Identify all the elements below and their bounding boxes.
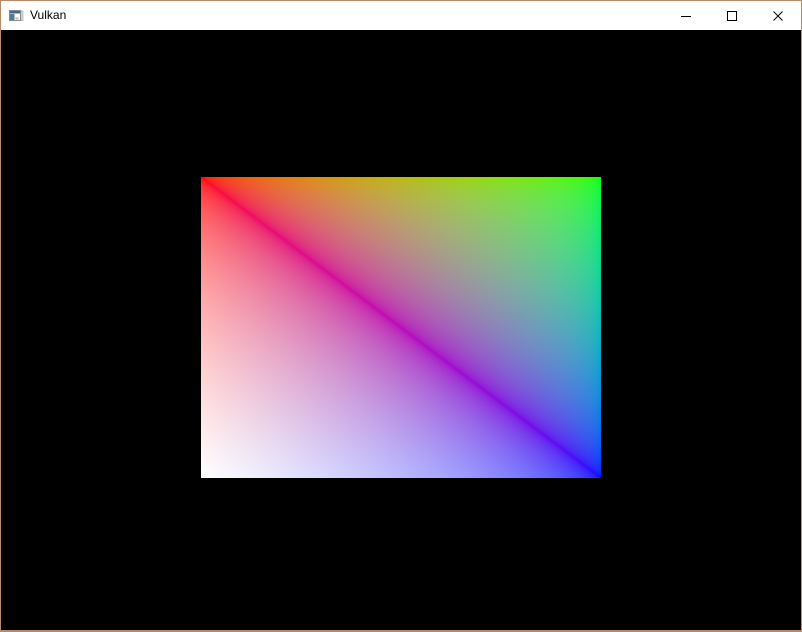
vulkan-window: Vulkan — [0, 0, 802, 632]
maximize-button[interactable] — [709, 1, 755, 30]
close-button[interactable] — [755, 1, 801, 30]
window-title: Vulkan — [30, 1, 66, 30]
minimize-button[interactable] — [663, 1, 709, 30]
gradient-quad-canvas — [201, 177, 601, 478]
app-window-icon — [8, 8, 24, 24]
render-area — [1, 30, 801, 630]
titlebar[interactable]: Vulkan — [1, 1, 801, 30]
maximize-icon — [727, 11, 737, 21]
close-icon — [773, 11, 783, 21]
minimize-icon — [681, 11, 691, 21]
caption-buttons — [663, 1, 801, 30]
